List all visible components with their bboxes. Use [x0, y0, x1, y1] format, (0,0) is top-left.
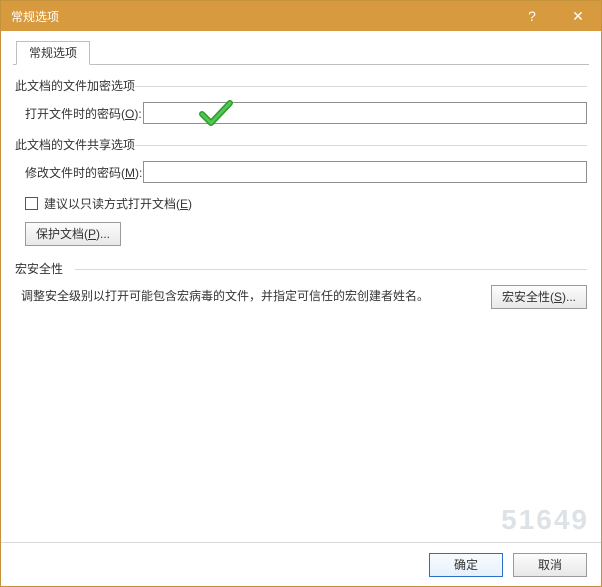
footer: 确定 取消: [1, 542, 601, 586]
content-area: 常规选项 此文档的文件加密选项 打开文件时的密码(O): 此文档的文件共享选项: [1, 31, 601, 542]
modify-password-input[interactable]: [143, 161, 587, 183]
help-button[interactable]: ?: [509, 1, 555, 31]
modify-password-label: 修改文件时的密码(M):: [25, 164, 143, 181]
titlebar: 常规选项 ? ✕: [1, 1, 601, 31]
protect-document-button[interactable]: 保护文档(P)...: [25, 222, 121, 246]
tab-body: 此文档的文件加密选项 打开文件时的密码(O): 此文档的文件共享选项 修改文件时…: [13, 65, 589, 309]
modify-password-input-wrap: [143, 161, 587, 183]
tab-strip: 常规选项: [13, 41, 589, 65]
macro-row: 调整安全级别以打开可能包含宏病毒的文件，并指定可信任的宏创建者姓名。 宏安全性(…: [21, 285, 587, 309]
open-password-label: 打开文件时的密码(O):: [25, 105, 143, 122]
tab-general[interactable]: 常规选项: [16, 41, 90, 65]
macro-security-button[interactable]: 宏安全性(S)...: [491, 285, 587, 309]
readonly-checkbox-row[interactable]: 建议以只读方式打开文档(E): [25, 195, 587, 212]
help-icon: ?: [528, 8, 536, 24]
dialog-window: 常规选项 ? ✕ 常规选项 此文档的文件加密选项 打开文件时的密码(O):: [0, 0, 602, 587]
macro-description: 调整安全级别以打开可能包含宏病毒的文件，并指定可信任的宏创建者姓名。: [21, 285, 479, 304]
open-password-row: 打开文件时的密码(O):: [25, 102, 587, 124]
close-icon: ✕: [572, 8, 584, 25]
open-password-input[interactable]: [143, 102, 587, 124]
window-title: 常规选项: [11, 8, 509, 25]
group-macro-legend: 宏安全性: [15, 260, 587, 277]
ok-button[interactable]: 确定: [429, 553, 503, 577]
cancel-button[interactable]: 取消: [513, 553, 587, 577]
readonly-label: 建议以只读方式打开文档(E): [44, 195, 192, 212]
readonly-checkbox[interactable]: [25, 197, 38, 210]
group-share-legend: 此文档的文件共享选项: [15, 136, 587, 153]
close-button[interactable]: ✕: [555, 1, 601, 31]
modify-password-row: 修改文件时的密码(M):: [25, 161, 587, 183]
group-encrypt-legend: 此文档的文件加密选项: [15, 77, 587, 94]
tab-label: 常规选项: [29, 46, 77, 60]
open-password-input-wrap: [143, 102, 587, 124]
